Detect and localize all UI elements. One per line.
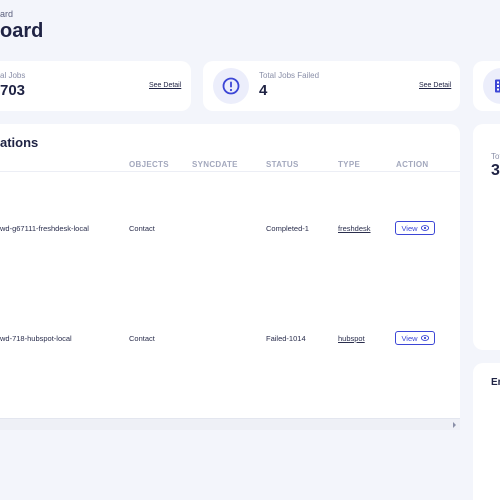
row-status: Failed-1014 (266, 334, 306, 343)
see-detail-link[interactable]: See Detail (149, 82, 181, 89)
page-title: oard (0, 20, 44, 42)
view-button-label: View (401, 223, 418, 233)
stat-label: al Jobs (0, 71, 26, 80)
column-header-objects: OBJECTS (129, 160, 169, 169)
row-type-link[interactable]: hubspot (338, 334, 365, 343)
stat-value: 703 (0, 82, 26, 99)
column-header-status: STATUS (266, 160, 299, 169)
row-status: Completed-1 (266, 224, 309, 233)
side-summary-card: Tot 3 (473, 124, 500, 350)
row-type-link[interactable]: freshdesk (338, 224, 371, 233)
stat-card-total-jobs: al Jobs 703 See Detail (0, 61, 191, 111)
view-button[interactable]: View (395, 221, 435, 235)
horizontal-scrollbar[interactable] (0, 418, 460, 430)
alert-circle-icon (213, 68, 249, 104)
side-bottom-title: Er (491, 377, 500, 388)
eye-icon (420, 335, 429, 341)
stat-label: Total Jobs Failed (259, 71, 320, 80)
view-button[interactable]: View (395, 331, 435, 345)
row-object: Contact (129, 334, 155, 343)
integrations-title: ations (0, 135, 39, 150)
stat-value: 4 (259, 82, 268, 99)
row-name: wd-718-hubspot-local (0, 334, 72, 343)
view-button-label: View (401, 333, 418, 343)
column-header-type: TYPE (338, 160, 361, 169)
breadcrumb: ard (0, 9, 14, 19)
scroll-right-arrow-icon[interactable] (452, 422, 457, 428)
stat-card-jobs-failed: Total Jobs Failed 4 See Detail (203, 61, 460, 111)
side-value: 3 (491, 162, 500, 179)
side-bottom-card: Er (473, 363, 500, 500)
column-header-syncdate: SYNCDATE (192, 160, 238, 169)
stat-card-third (473, 61, 500, 111)
see-detail-link[interactable]: See Detail (419, 82, 451, 89)
table-header: OBJECTS SYNCDATE STATUS TYPE ACTION (0, 150, 460, 172)
column-header-action: ACTION (396, 160, 429, 169)
building-icon (483, 68, 500, 104)
side-label: Tot (491, 152, 500, 161)
row-object: Contact (129, 224, 155, 233)
eye-icon (420, 225, 429, 231)
row-name: wd-g67111-freshdesk-local (0, 224, 89, 233)
